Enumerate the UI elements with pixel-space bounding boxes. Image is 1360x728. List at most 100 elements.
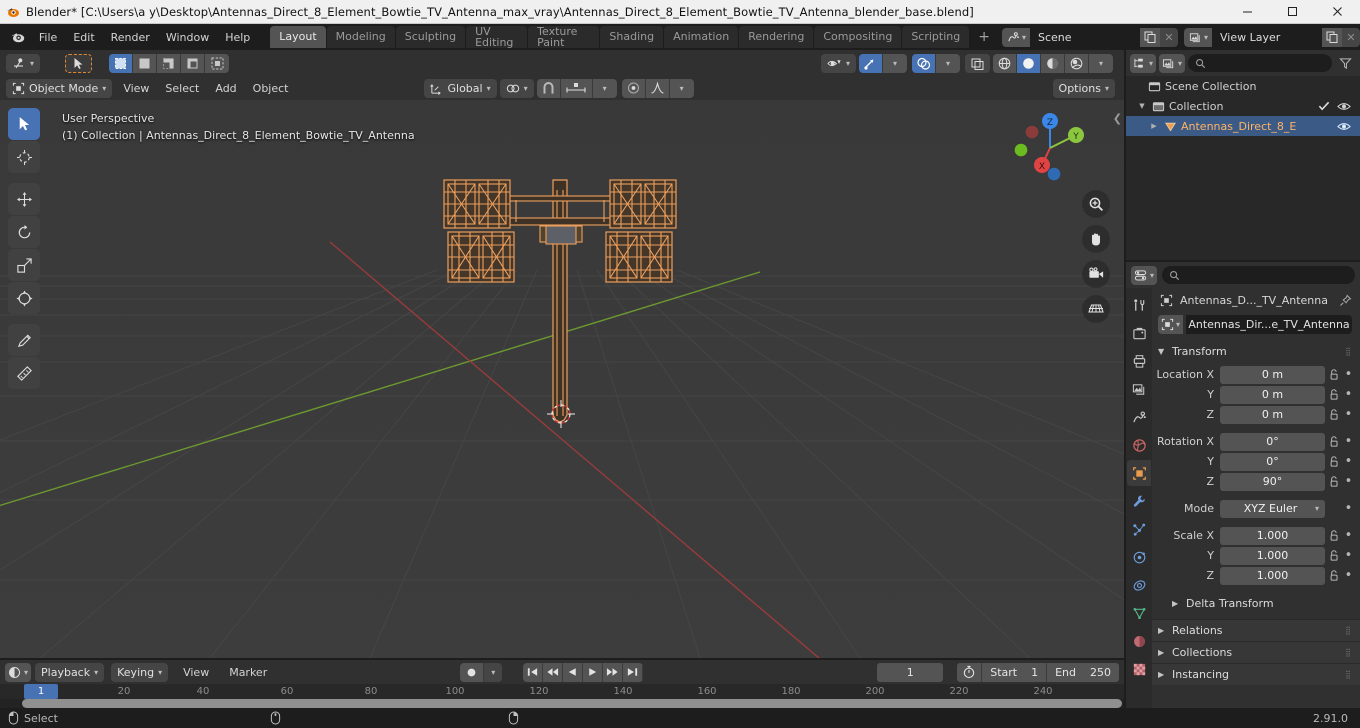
scale-y-animate-dot[interactable]: • — [1342, 548, 1355, 563]
rotation-z-animate-dot[interactable]: • — [1342, 474, 1355, 489]
rotation-y-animate-dot[interactable]: • — [1342, 454, 1355, 469]
scale-z-field[interactable]: 1.000 — [1220, 566, 1325, 585]
tab-compositing[interactable]: Compositing — [814, 26, 902, 48]
add-workspace-button[interactable]: + — [970, 30, 998, 44]
transform-orientation-selector[interactable]: Global ▾ — [424, 78, 497, 98]
view-layer-icon-button[interactable]: ▾ — [1183, 27, 1212, 47]
rotation-z-field[interactable]: 90° — [1220, 472, 1325, 491]
select-mode-subtract-button[interactable] — [157, 53, 182, 73]
scale-y-row[interactable]: Y 1.000 • — [1152, 546, 1360, 565]
overlays-dropdown-button[interactable]: ▾ — [936, 53, 960, 73]
measure-tool-button[interactable] — [8, 357, 40, 389]
annotate-tool-button[interactable] — [8, 324, 40, 356]
select-mode-intersect-button[interactable] — [205, 53, 230, 73]
camera-icon[interactable] — [1082, 260, 1110, 288]
play-reverse-icon[interactable] — [563, 662, 584, 682]
scale-y-lock-icon[interactable] — [1325, 549, 1342, 562]
scale-y-field[interactable]: 1.000 — [1220, 546, 1325, 565]
hand-icon[interactable] — [1082, 225, 1110, 253]
scale-x-animate-dot[interactable]: • — [1342, 528, 1355, 543]
object-id-row[interactable]: ▾ Antennas_Dir...e_TV_Antenna — [1152, 312, 1360, 337]
delta-transform-panel-header[interactable]: ▶ Delta Transform — [1152, 593, 1360, 613]
rotation-mode-animate-dot[interactable]: • — [1342, 501, 1355, 516]
menu-help[interactable]: Help — [217, 28, 258, 47]
active-tool-button[interactable] — [65, 53, 93, 73]
tab-uv-editing[interactable]: UV Editing — [466, 26, 528, 48]
next-keyframe-icon[interactable] — [603, 662, 624, 682]
tab-layout[interactable]: Layout — [270, 26, 326, 48]
minimize-button[interactable] — [1225, 0, 1270, 24]
timeline-scrollbar-thumb[interactable] — [22, 699, 1122, 708]
shading-rendered-button[interactable] — [1065, 53, 1089, 73]
shading-solid-button[interactable] — [1017, 53, 1041, 73]
keying-menu-button[interactable]: Keying ▾ — [111, 662, 169, 682]
properties-tab-view-layer[interactable] — [1127, 376, 1151, 402]
show-gizmo-button[interactable] — [859, 53, 883, 73]
prev-keyframe-icon[interactable] — [543, 662, 564, 682]
outliner-panel[interactable]: ▾ ▾ Scene Collection ▼ Collection ▶ Ante… — [1126, 50, 1360, 260]
collection-checkbox[interactable] — [1318, 100, 1330, 112]
outliner-row-collection[interactable]: ▼ Collection — [1126, 96, 1360, 116]
scene-name[interactable]: Scene — [1029, 27, 1140, 47]
snap-dropdown-button[interactable]: ▾ — [592, 78, 617, 98]
outliner-row-antenna-object[interactable]: ▶ Antennas_Direct_8_E — [1126, 116, 1360, 136]
properties-tab-render[interactable] — [1127, 320, 1151, 346]
rotation-x-lock-icon[interactable] — [1325, 435, 1342, 448]
jump-end-icon[interactable] — [623, 662, 644, 682]
filter-icon[interactable] — [1335, 57, 1356, 70]
tab-modeling[interactable]: Modeling — [326, 26, 395, 48]
location-x-field[interactable]: 0 m — [1220, 365, 1325, 384]
scale-x-lock-icon[interactable] — [1325, 529, 1342, 542]
shading-mode-group[interactable]: ▾ — [993, 53, 1113, 73]
object-mode-selector[interactable]: Object Mode ▾ — [6, 78, 113, 98]
properties-editor-type-button[interactable]: ▾ — [1131, 265, 1158, 285]
viewport-menu-view[interactable]: View — [115, 79, 157, 98]
rotate-tool-button[interactable] — [8, 216, 40, 248]
scale-x-field[interactable]: 1.000 — [1220, 526, 1325, 545]
location-z-field[interactable]: 0 m — [1220, 405, 1325, 424]
timeline-editor-type-button[interactable]: ▾ — [5, 662, 32, 682]
rotation-x-animate-dot[interactable]: • — [1342, 434, 1355, 449]
rotation-x-field[interactable]: 0° — [1220, 432, 1325, 451]
properties-tab-world[interactable] — [1127, 432, 1151, 458]
scale-x-row[interactable]: Scale X 1.000 • — [1152, 526, 1360, 545]
snapping-group[interactable]: ▾ — [536, 78, 617, 98]
proportional-edit-toggle-button[interactable] — [621, 78, 646, 98]
viewport-options-button[interactable]: Options ▾ — [1052, 78, 1115, 98]
scale-z-row[interactable]: Z 1.000 • — [1152, 566, 1360, 585]
proportional-editing-group[interactable]: ▾ — [621, 78, 694, 98]
outliner-display-mode-button[interactable]: ▾ — [1159, 53, 1186, 73]
scale-z-lock-icon[interactable] — [1325, 569, 1342, 582]
transform-tool-button[interactable] — [8, 282, 40, 314]
editor-type-button[interactable]: ▾ — [6, 53, 41, 73]
relations-triangle-icon[interactable]: ▶ — [1158, 626, 1166, 635]
scale-tool-button[interactable] — [8, 249, 40, 281]
playback-menu-button[interactable]: Playback ▾ — [35, 662, 105, 682]
object-id-type-button[interactable]: ▾ — [1158, 315, 1184, 334]
tab-animation[interactable]: Animation — [664, 26, 739, 48]
relations-panel-header[interactable]: ▶ Relations ⣿ — [1152, 619, 1360, 641]
timeline-menu-view[interactable]: View — [175, 663, 217, 682]
properties-tab-modifiers[interactable] — [1127, 488, 1151, 514]
cursor-tool-button[interactable] — [8, 141, 40, 173]
menu-render[interactable]: Render — [103, 28, 158, 47]
proportional-dropdown-button[interactable]: ▾ — [669, 78, 694, 98]
move-tool-button[interactable] — [8, 183, 40, 215]
jump-start-icon[interactable] — [523, 662, 544, 682]
pivot-point-selector[interactable]: ▾ — [499, 78, 534, 98]
viewport-canvas[interactable] — [0, 100, 1124, 658]
rotation-y-row[interactable]: Y 0° • — [1152, 452, 1360, 471]
tab-scripting[interactable]: Scripting — [902, 26, 970, 48]
shading-material-preview-button[interactable] — [1041, 53, 1065, 73]
visibility-toggle-button[interactable]: ▾ — [820, 53, 856, 73]
viewport-menu-select[interactable]: Select — [157, 79, 207, 98]
navigation-gizmo[interactable]: Z Y X — [1012, 108, 1088, 184]
menu-window[interactable]: Window — [158, 28, 217, 47]
outliner-editor-type-button[interactable]: ▾ — [1130, 53, 1157, 73]
location-y-field[interactable]: 0 m — [1220, 385, 1325, 404]
properties-tab-physics[interactable] — [1127, 544, 1151, 570]
viewport-menu-add[interactable]: Add — [207, 79, 244, 98]
current-frame-field[interactable]: 1 — [877, 662, 944, 682]
outliner-search-input[interactable] — [1188, 54, 1332, 72]
timeline-playhead[interactable]: 1 — [24, 684, 58, 699]
